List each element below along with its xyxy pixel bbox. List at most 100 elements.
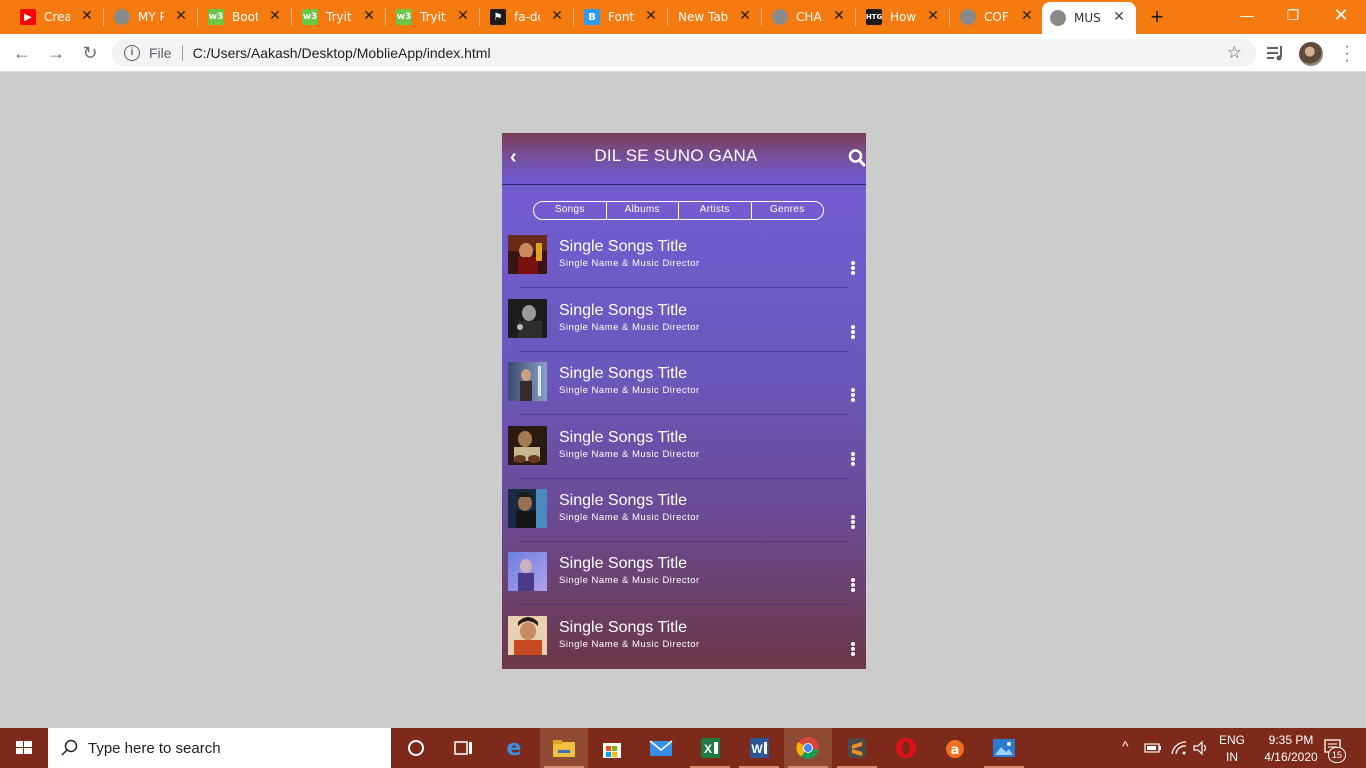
new-tab-button[interactable]: + bbox=[1146, 6, 1168, 28]
song-list-item[interactable]: Single Songs Title Single Name & Music D… bbox=[502, 425, 866, 488]
divider bbox=[519, 351, 849, 352]
tab-albums[interactable]: Albums bbox=[607, 202, 679, 219]
media-queue-icon[interactable] bbox=[1266, 44, 1286, 62]
language-indicator[interactable]: ENG bbox=[1218, 733, 1246, 747]
info-icon[interactable]: i bbox=[124, 45, 140, 61]
browser-tab[interactable]: ⚑ fa-dc ✕ bbox=[482, 0, 574, 34]
svg-text:a: a bbox=[951, 743, 960, 758]
song-thumbnail bbox=[508, 362, 547, 401]
opera-icon[interactable] bbox=[882, 728, 930, 768]
more-options-icon[interactable] bbox=[848, 324, 858, 340]
divider bbox=[519, 604, 849, 605]
tab-artists[interactable]: Artists bbox=[679, 202, 752, 219]
search-icon[interactable] bbox=[848, 148, 866, 168]
tab-songs[interactable]: Songs bbox=[534, 202, 607, 219]
close-icon[interactable]: ✕ bbox=[456, 9, 470, 23]
taskbar-search-box[interactable]: Type here to search bbox=[48, 728, 391, 768]
back-chevron-icon[interactable]: ‹ bbox=[510, 147, 526, 167]
svg-text:W: W bbox=[751, 742, 763, 756]
close-window-button[interactable]: ✕ bbox=[1318, 0, 1364, 30]
avast-icon[interactable]: a bbox=[931, 728, 979, 768]
more-options-icon[interactable] bbox=[848, 260, 858, 276]
close-icon[interactable]: ✕ bbox=[1020, 9, 1034, 23]
song-title: Single Songs Title bbox=[559, 302, 688, 319]
browser-tab[interactable]: HTG How ✕ bbox=[858, 0, 950, 34]
browser-tab[interactable]: CHA ✕ bbox=[764, 0, 856, 34]
word-icon[interactable]: W bbox=[735, 728, 783, 768]
close-icon[interactable]: ✕ bbox=[832, 9, 846, 23]
more-options-icon[interactable] bbox=[848, 451, 858, 467]
browser-tab[interactable]: COF ✕ bbox=[952, 0, 1044, 34]
bookmark-star-icon[interactable]: ☆ bbox=[1227, 43, 1242, 63]
browser-tab[interactable]: w3 Tryit ✕ bbox=[388, 0, 480, 34]
browser-tab[interactable]: w3 Boot ✕ bbox=[200, 0, 292, 34]
more-options-icon[interactable] bbox=[848, 641, 858, 657]
song-list-item[interactable]: Single Songs Title Single Name & Music D… bbox=[502, 361, 866, 424]
minimize-button[interactable]: — bbox=[1224, 0, 1270, 30]
browser-menu-icon[interactable]: · · · bbox=[1342, 39, 1352, 69]
reload-button[interactable]: ↻ bbox=[79, 42, 101, 64]
song-thumbnail bbox=[508, 426, 547, 465]
tab-title: COF bbox=[984, 10, 1009, 24]
volume-icon[interactable] bbox=[1192, 740, 1210, 756]
restore-button[interactable]: ❐ bbox=[1270, 0, 1316, 30]
close-icon[interactable]: ✕ bbox=[174, 9, 188, 23]
photos-icon[interactable] bbox=[980, 728, 1028, 768]
close-icon[interactable]: ✕ bbox=[268, 9, 282, 23]
browser-tab[interactable]: MY P ✕ bbox=[106, 0, 198, 34]
windows-start-icon[interactable] bbox=[0, 728, 48, 768]
close-icon[interactable]: ✕ bbox=[80, 9, 94, 23]
browser-tab-strip: ▶ Creat ✕ MY P ✕ w3 Boot ✕ w3 Tryit ✕ w3… bbox=[0, 0, 1366, 34]
back-button[interactable]: ← bbox=[11, 42, 33, 64]
chevron-up-icon[interactable]: ^ bbox=[1122, 738, 1129, 754]
tab-title: New Tab bbox=[678, 10, 729, 24]
browser-tab[interactable]: ▶ Creat ✕ bbox=[12, 0, 104, 34]
song-thumbnail bbox=[508, 616, 547, 655]
tab-title: MY P bbox=[138, 10, 164, 24]
clock-date[interactable]: 4/16/2020 bbox=[1256, 750, 1326, 764]
song-list-item[interactable]: Single Songs Title Single Name & Music D… bbox=[502, 488, 866, 551]
close-icon[interactable]: ✕ bbox=[738, 9, 752, 23]
more-options-icon[interactable] bbox=[848, 514, 858, 530]
tab-title: How bbox=[890, 10, 916, 24]
close-icon[interactable]: ✕ bbox=[550, 9, 564, 23]
chrome-icon[interactable] bbox=[784, 728, 832, 768]
task-view-icon[interactable] bbox=[440, 728, 488, 768]
browser-tab[interactable]: w3 Tryit ✕ bbox=[294, 0, 386, 34]
profile-avatar[interactable] bbox=[1299, 42, 1323, 66]
cortana-icon[interactable] bbox=[392, 728, 440, 768]
divider bbox=[519, 478, 849, 479]
more-options-icon[interactable] bbox=[848, 577, 858, 593]
address-bar[interactable]: i File C:/Users/Aakash/Desktop/MoblieApp… bbox=[112, 39, 1256, 67]
song-title: Single Songs Title bbox=[559, 429, 688, 446]
wifi-icon[interactable] bbox=[1170, 740, 1188, 756]
song-thumbnail bbox=[508, 552, 547, 591]
clock-time[interactable]: 9:35 PM bbox=[1256, 733, 1326, 747]
edge-icon[interactable]: e bbox=[490, 728, 538, 768]
browser-tab[interactable]: New Tab ✕ bbox=[670, 0, 762, 34]
song-subtitle: Single Name & Music Director bbox=[559, 385, 700, 396]
forward-button[interactable]: → bbox=[45, 42, 67, 64]
song-subtitle: Single Name & Music Director bbox=[559, 322, 700, 333]
tab-genres[interactable]: Genres bbox=[752, 202, 824, 219]
browser-tab[interactable]: B Font ✕ bbox=[576, 0, 668, 34]
close-icon[interactable]: ✕ bbox=[1112, 10, 1126, 24]
close-icon[interactable]: ✕ bbox=[926, 9, 940, 23]
song-list-item[interactable]: Single Songs Title Single Name & Music D… bbox=[502, 551, 866, 614]
store-icon[interactable] bbox=[588, 728, 636, 768]
close-icon[interactable]: ✕ bbox=[362, 9, 376, 23]
song-list-item[interactable]: Single Songs Title Single Name & Music D… bbox=[502, 298, 866, 361]
file-explorer-icon[interactable] bbox=[540, 728, 588, 768]
url-text[interactable]: C:/Users/Aakash/Desktop/MoblieApp/index.… bbox=[193, 45, 491, 61]
globe-icon bbox=[772, 9, 788, 25]
w3schools-icon: w3 bbox=[302, 9, 318, 25]
song-list-item[interactable]: Single Songs Title Single Name & Music D… bbox=[502, 234, 866, 297]
excel-icon[interactable]: X bbox=[686, 728, 734, 768]
more-options-icon[interactable] bbox=[848, 387, 858, 403]
sublime-text-icon[interactable] bbox=[833, 728, 881, 768]
battery-icon[interactable] bbox=[1144, 741, 1162, 755]
close-icon[interactable]: ✕ bbox=[644, 9, 658, 23]
browser-tab-active[interactable]: MUS ✕ bbox=[1042, 2, 1136, 34]
mail-icon[interactable] bbox=[637, 728, 685, 768]
song-list-item[interactable]: Single Songs Title Single Name & Music D… bbox=[502, 615, 866, 669]
